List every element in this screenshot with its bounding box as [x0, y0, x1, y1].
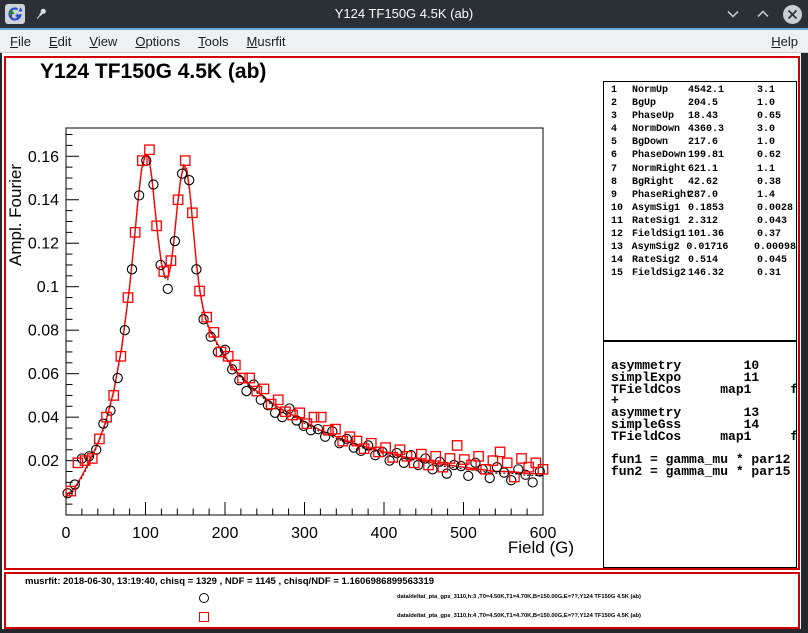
fit-parameter-row: 15FieldSig2146.320.31	[611, 267, 796, 280]
y-tick-label: 0.08	[28, 323, 59, 340]
data-point-circle	[485, 473, 494, 482]
fit-parameter-row: 6PhaseDown199.810.62	[611, 149, 796, 162]
data-point-circle	[507, 476, 516, 485]
fit-parameter-row: 3PhaseUp18.430.65	[611, 110, 796, 123]
info-pad: musrfit: 2018-06-30, 13:19:40, chisq = 1…	[4, 572, 800, 629]
data-point-square	[259, 384, 268, 393]
data-point-circle	[278, 413, 287, 422]
fit-parameter-row: 4NormDown4360.33.0	[611, 123, 796, 136]
x-axis-title: Field (G)	[508, 538, 574, 557]
data-point-circle	[235, 376, 244, 385]
fit-parameter-row: 9PhaseRight287.01.4	[611, 189, 796, 202]
musrfit-window: Y124 TF150G 4.5K (ab) File Edit View Option…	[0, 0, 808, 633]
legend-label: data/deltat_pta_gps_3110,h:4 ,T0=4.50K,T…	[397, 613, 641, 619]
maximize-button[interactable]	[753, 4, 773, 24]
plot-frame	[66, 128, 543, 515]
close-button[interactable]	[783, 5, 802, 24]
menu-view[interactable]: View	[87, 34, 119, 49]
titlebar[interactable]: Y124 TF150G 4.5K (ab)	[0, 0, 808, 28]
menu-edit[interactable]: Edit	[47, 34, 73, 49]
legend-label: data/deltat_pta_gps_3110,h:3 ,T0=4.50K,T…	[397, 594, 641, 600]
data-point-circle	[499, 468, 508, 477]
y-tick-label: 0.14	[28, 192, 59, 209]
fit-parameter-row: 5BgDown217.61.0	[611, 136, 796, 149]
data-point-circle	[464, 471, 473, 480]
data-point-circle	[385, 456, 394, 465]
x-tick-label: 300	[291, 525, 318, 542]
window-frame-bottom	[0, 629, 808, 633]
data-point-circle	[435, 457, 444, 466]
data-point-circle	[528, 478, 537, 487]
legend-row: data/deltat_pta_gps_3110,h:4 ,T0=4.50K,T…	[6, 611, 798, 625]
fit-parameter-row: 13AsymSig20.017160.00098	[611, 241, 796, 254]
data-point-circle	[364, 441, 373, 450]
window-frame-left	[0, 53, 2, 633]
data-point-circle	[285, 404, 294, 413]
x-tick-label: 0	[62, 525, 71, 542]
y-tick-label: 0.04	[28, 410, 59, 427]
fit-parameter-row: 10AsymSig10.18530.0028	[611, 202, 796, 215]
circle-marker-icon	[199, 593, 209, 603]
legend-row: data/deltat_pta_gps_3110,h:3 ,T0=4.50K,T…	[6, 592, 798, 606]
data-point-circle	[199, 315, 208, 324]
y-tick-label: 0.16	[28, 149, 59, 166]
theory-curve-series2	[66, 154, 543, 495]
data-point-square	[316, 412, 325, 421]
fit-parameter-row: 1NormUp4542.13.1	[611, 84, 796, 97]
fit-parameter-row: 14RateSig20.5140.045	[611, 254, 796, 267]
data-point-circle	[399, 458, 408, 467]
theory-text: asymmetry 10 simplExpo 11 TFieldCos map1…	[611, 360, 796, 478]
data-point-circle	[170, 236, 179, 245]
menu-tools[interactable]: Tools	[196, 34, 230, 49]
data-point-circle	[113, 373, 122, 382]
square-marker-icon	[199, 612, 209, 622]
fit-parameter-row: 12FieldSig1101.360.37	[611, 228, 796, 241]
data-point-square	[181, 156, 190, 165]
y-tick-label: 0.1	[37, 279, 59, 296]
fit-parameter-box: 1NormUp4542.13.12BgUp204.51.03PhaseUp18.…	[603, 81, 797, 341]
x-tick-label: 200	[212, 525, 239, 542]
menu-help[interactable]: Help	[769, 34, 800, 49]
data-point-square	[517, 454, 526, 463]
y-tick-label: 0.02	[28, 453, 59, 470]
y-axis-title: Ampl. Fourier	[6, 164, 25, 266]
minimize-button[interactable]	[723, 4, 743, 24]
data-point-square	[452, 441, 461, 450]
data-point-square	[367, 439, 376, 448]
data-point-circle	[163, 284, 172, 293]
root-canvas: Y124 TF150G 4.5K (ab) 010020030040050060…	[0, 53, 808, 633]
data-point-square	[309, 412, 318, 421]
series-circle-markers	[63, 156, 544, 498]
menubar: File Edit View Options Tools Musrfit Help	[0, 30, 808, 53]
fit-parameter-row: 7NormRight621.11.1	[611, 163, 796, 176]
x-tick-label: 100	[132, 525, 159, 542]
plot-pad: Y124 TF150G 4.5K (ab) 010020030040050060…	[4, 56, 800, 570]
fit-info-text: musrfit: 2018-06-30, 13:19:40, chisq = 1…	[25, 576, 434, 587]
fit-parameter-row: 8BgRight42.620.38	[611, 176, 796, 189]
data-point-square	[495, 447, 504, 456]
fit-parameter-row: 2BgUp204.51.0	[611, 97, 796, 110]
data-point-circle	[106, 406, 115, 415]
menu-musrfit[interactable]: Musrfit	[245, 34, 288, 49]
window-frame-right	[801, 53, 808, 633]
menu-file[interactable]: File	[8, 34, 33, 49]
menu-options[interactable]: Options	[133, 34, 182, 49]
x-tick-label: 500	[450, 525, 477, 542]
x-tick-label: 400	[371, 525, 398, 542]
data-point-square	[145, 145, 154, 154]
y-tick-label: 0.12	[28, 236, 59, 253]
y-tick-label: 0.06	[28, 366, 59, 383]
fit-parameter-row: 11RateSig12.3120.043	[611, 215, 796, 228]
window-title: Y124 TF150G 4.5K (ab)	[0, 0, 808, 28]
data-point-circle	[442, 469, 451, 478]
theory-box: asymmetry 10 simplExpo 11 TFieldCos map1…	[603, 341, 797, 568]
data-point-square	[503, 458, 512, 467]
